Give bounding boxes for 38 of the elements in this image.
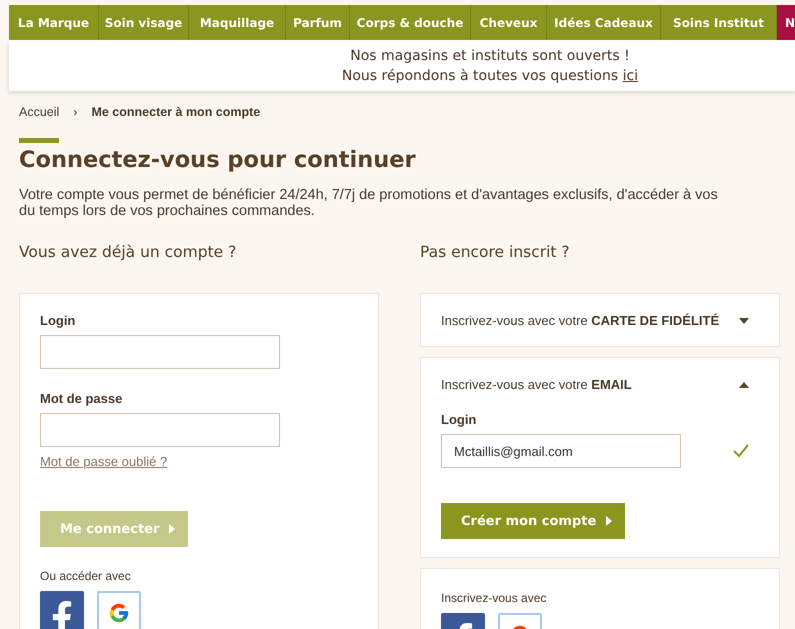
breadcrumb-separator: ›	[73, 105, 78, 119]
field-label: Mot de passe	[40, 391, 124, 406]
caret-icon	[169, 524, 176, 534]
nav-item[interactable]: Maquillage	[189, 5, 286, 40]
input-field[interactable]	[40, 335, 280, 369]
caret-icon	[606, 516, 612, 526]
field-label: Login	[40, 313, 76, 328]
nav-item[interactable]: Idées Cadeaux	[547, 5, 661, 40]
caret-icon	[739, 318, 749, 324]
nav-item[interactable]: La Marque	[9, 5, 99, 40]
nav-item[interactable]: Soin visage	[99, 5, 189, 40]
input-field[interactable]	[40, 413, 280, 447]
banner-link[interactable]: ici	[622, 68, 638, 84]
banner-title: Nos magasins et instituts sont ouverts !	[350, 46, 630, 66]
google-button[interactable]	[97, 591, 141, 629]
title-accent	[19, 138, 59, 143]
intro-paragraph: Votre compte vous permet de bénéficier 24/24h, 7/7j de promotions et d'avantages exclusifs, d'accéder à vos du temps lors de vos prochaines commandes.	[19, 187, 719, 219]
caret-icon	[739, 382, 749, 388]
social-label: Inscrivez-vous avec	[441, 591, 548, 605]
section-heading: Vous avez déjà un compte ?	[19, 243, 238, 263]
social-label: Ou accéder avec	[40, 569, 132, 583]
banner-text: Nous répondons à toutes vos questions ici	[342, 66, 638, 86]
breadcrumb-current: Me connecter à mon compte	[91, 105, 260, 119]
section-heading: Pas encore inscrit ?	[420, 243, 571, 263]
nav-item[interactable]: Soins Institut	[661, 5, 777, 40]
page-title: Connectez-vous pour continuer	[19, 147, 417, 173]
forgot-password-link[interactable]: Mot de passe oublié ?	[40, 454, 168, 469]
google-icon	[108, 602, 130, 624]
field-label: Login	[441, 412, 478, 427]
input-field[interactable]: Mctaillis@gmail.com	[441, 434, 681, 468]
accordion-header[interactable]: Inscrivez-vous avec votre EMAIL	[441, 377, 759, 392]
nav-item[interactable]: Corps & douche	[350, 5, 471, 40]
facebook-button[interactable]	[40, 591, 84, 629]
accordion-header[interactable]: Inscrivez-vous avec votre CARTE DE FIDÉLITÉ	[441, 313, 759, 328]
nav-item[interactable]: Parfum	[286, 5, 350, 40]
nav-item[interactable]: Cheveux	[471, 5, 547, 40]
breadcrumb-link[interactable]: Accueil	[19, 105, 60, 119]
create-account-button[interactable]: Créer mon compte	[441, 503, 626, 539]
